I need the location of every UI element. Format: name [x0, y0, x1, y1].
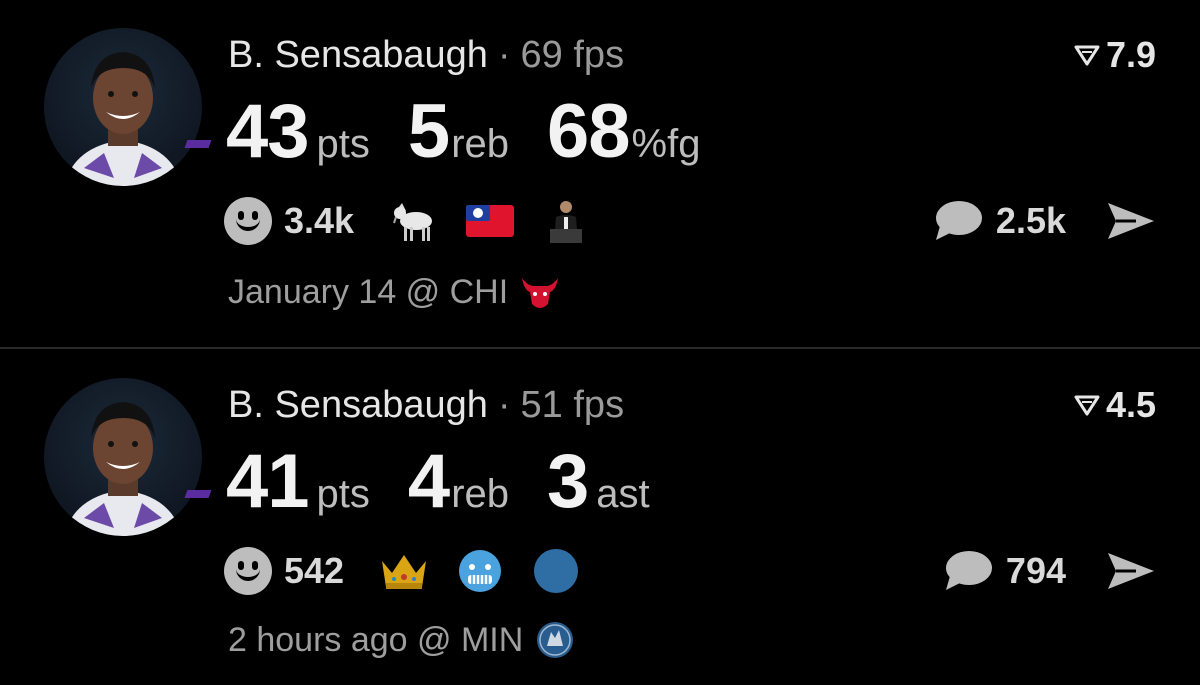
post-header: B. Sensabaugh · 51 fps	[228, 384, 624, 427]
comment-bubble-icon[interactable]	[932, 198, 984, 244]
team-color-tag	[184, 490, 212, 498]
timberwolves-logo-icon	[537, 622, 574, 658]
player-name[interactable]: B. Sensabaugh	[228, 384, 488, 426]
stat-rebounds-value: 5	[407, 89, 450, 174]
blue-circle-emoji-icon[interactable]	[530, 547, 582, 595]
fps-score: 69 fps	[520, 34, 625, 76]
share-send-icon[interactable]	[1106, 551, 1156, 591]
stat-line: 41 pts 4 reb 3 ast	[226, 438, 688, 525]
rating-badge: 7.9	[1074, 34, 1156, 76]
feed-post-2[interactable]: B. Sensabaugh · 51 fps 4.5 41 pts 4 reb 3 …	[0, 350, 1200, 685]
stat-points-value: 43	[226, 89, 310, 174]
stat-assists-value: 3	[547, 439, 589, 524]
reaction-count: 3.4k	[284, 200, 355, 241]
presenter-emoji-icon[interactable]	[540, 197, 592, 245]
team-color-tag	[184, 140, 212, 148]
separator-dot: ·	[497, 384, 511, 426]
fps-score: 51 fps	[520, 384, 625, 426]
separator-dot: ·	[497, 34, 511, 76]
stat-points-unit: pts	[316, 122, 370, 166]
comment-bubble-icon[interactable]	[942, 548, 994, 594]
stat-rebounds-value: 4	[407, 439, 450, 524]
comment-count: 2.5k	[995, 200, 1066, 241]
post-header: B. Sensabaugh · 69 fps	[228, 34, 624, 77]
player-avatar[interactable]	[44, 28, 202, 186]
game-time-opponent: 2 hours ago @ MIN	[228, 620, 524, 659]
post-footer: 2 hours ago @ MIN	[228, 620, 577, 660]
cold-face-emoji-icon[interactable]	[454, 547, 506, 595]
rating-value: 7.9	[1105, 34, 1156, 75]
player-headshot-image	[64, 52, 182, 186]
feed-post-1[interactable]: B. Sensabaugh · 69 fps 7.9 43 pts 5 reb 68…	[0, 0, 1200, 347]
game-date-opponent: January 14 @ CHI	[228, 272, 509, 311]
reaction-bar: 3.4k	[224, 196, 616, 246]
rating-badge: 4.5	[1074, 384, 1156, 426]
player-headshot-image	[64, 402, 182, 536]
player-name[interactable]: B. Sensabaugh	[228, 34, 488, 76]
post-divider	[0, 347, 1200, 349]
stat-points-value: 41	[226, 439, 310, 524]
rating-triangle-icon	[1074, 45, 1100, 66]
smile-reaction-icon[interactable]	[224, 197, 272, 245]
comment-count: 794	[1005, 550, 1066, 591]
reaction-count: 542	[284, 550, 345, 591]
rating-triangle-icon	[1074, 395, 1100, 416]
post-footer: January 14 @ CHI	[228, 272, 562, 312]
share-send-icon[interactable]	[1106, 201, 1156, 241]
stat-points-unit: pts	[316, 472, 370, 516]
crown-emoji-icon[interactable]	[378, 547, 430, 595]
stat-assists-unit: ast	[596, 472, 650, 516]
bulls-logo-icon	[522, 278, 559, 308]
smile-reaction-icon[interactable]	[224, 547, 272, 595]
rating-value: 4.5	[1105, 384, 1156, 425]
player-avatar[interactable]	[44, 378, 202, 536]
stat-rebounds-unit: reb	[451, 122, 509, 166]
stat-rebounds-unit: reb	[451, 472, 509, 516]
taiwan-flag-emoji-icon[interactable]	[464, 197, 516, 245]
stat-line: 43 pts 5 reb 68 %fg	[226, 88, 738, 175]
stat-fg-value: 68	[547, 89, 631, 174]
stat-fg-unit: %fg	[631, 122, 701, 166]
goat-emoji-icon[interactable]	[388, 197, 440, 245]
post-actions: 2.5k	[932, 196, 1156, 246]
post-actions: 794	[942, 546, 1156, 596]
reaction-bar: 542	[224, 546, 606, 596]
